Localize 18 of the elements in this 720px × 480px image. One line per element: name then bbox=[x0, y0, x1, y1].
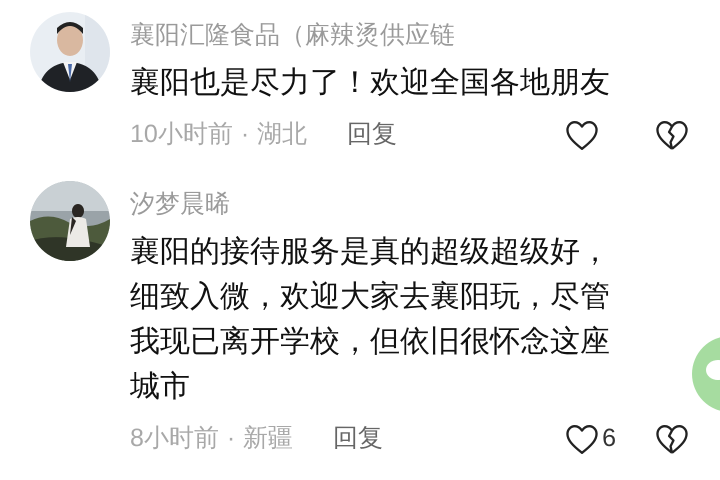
comment-region: 新疆 bbox=[243, 423, 294, 454]
broken-heart-icon[interactable] bbox=[654, 119, 690, 151]
comment-text: 细致入微，欢迎大家去襄阳玩，尽管 bbox=[130, 279, 611, 315]
comment-time: 8小时前 bbox=[130, 423, 219, 454]
reply-button[interactable]: 回复 bbox=[333, 420, 384, 458]
reply-button[interactable]: 回复 bbox=[347, 116, 398, 154]
comment-region: 湖北 bbox=[257, 119, 308, 150]
comment-time: 10小时前 bbox=[130, 119, 233, 150]
broken-heart-icon[interactable] bbox=[654, 423, 690, 455]
heart-icon[interactable] bbox=[564, 119, 600, 151]
separator-dot: · bbox=[226, 423, 236, 454]
comment-text: 我现已离开学校，但依旧很怀念这座 bbox=[130, 324, 611, 360]
comment-text: 城市 bbox=[130, 369, 191, 405]
like-count: 6 bbox=[602, 423, 616, 454]
separator-dot: · bbox=[240, 119, 250, 150]
heart-icon[interactable] bbox=[564, 423, 600, 455]
comment-text: 襄阳也是尽力了！欢迎全国各地朋友 bbox=[130, 65, 611, 101]
comment-text: 襄阳的接待服务是真的超级超级好， bbox=[130, 234, 611, 270]
